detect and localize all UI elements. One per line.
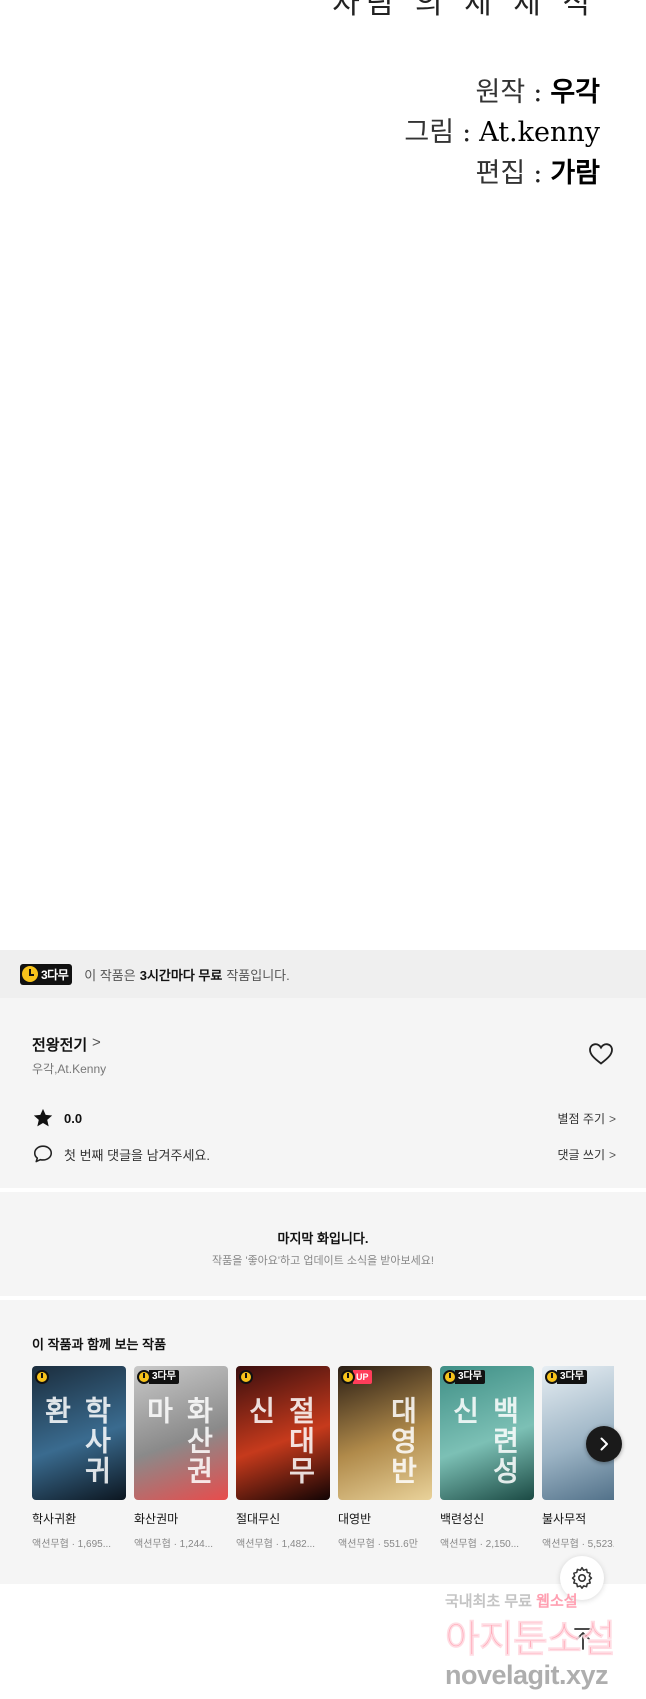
- star-icon: [33, 1108, 53, 1127]
- recommendation-title: 화산권마: [134, 1512, 179, 1526]
- recommendation-card[interactable]: 백련성신 3다무백련성신액션무협 · 2,150...: [440, 1366, 534, 1556]
- cover-lettering: 절대무신: [244, 1396, 317, 1486]
- clock-icon: [22, 966, 38, 982]
- credit-editor: 편집: 가람: [476, 151, 600, 190]
- watermark-url: novelagit.xyz: [445, 1660, 609, 1690]
- recommendation-title: 백련성신: [440, 1512, 485, 1526]
- heart-icon[interactable]: [588, 1042, 614, 1066]
- site-watermark: 국내최초 무료 웹소설 아지툰소설 novelagit.xyz: [440, 1590, 646, 1699]
- watermark-tagline: 국내최초 무료 웹소설: [445, 1590, 578, 1611]
- credit-person: 우각: [550, 77, 600, 108]
- clock-icon: [545, 1370, 559, 1384]
- clock-icon: [443, 1370, 457, 1384]
- comment-row: 첫 번째 댓글을 남겨주세요. 댓글 쓰기 >: [32, 1142, 616, 1166]
- write-comment-label: 댓글 쓰기: [557, 1147, 605, 1162]
- settings-button[interactable]: [560, 1556, 604, 1600]
- recommendation-meta: 액션무협 · 2,150...: [440, 1539, 520, 1550]
- free-badge-label: 3다무: [455, 1370, 485, 1384]
- up-badge: UP: [353, 1370, 372, 1384]
- comment-bubble-icon: [33, 1145, 53, 1163]
- credit-role: 그림: [404, 117, 455, 148]
- recommendation-meta: 액션무협 · 551.6만: [338, 1539, 418, 1550]
- last-episode-subtitle: 작품을 '좋아요'하고 업데이트 소식을 받아보세요!: [212, 1255, 434, 1267]
- recommendation-cover: 절대무신: [236, 1366, 330, 1500]
- work-title-link[interactable]: 전왕전기: [32, 1034, 87, 1055]
- recommendation-title: 불사무적: [542, 1512, 587, 1526]
- free-badge: 3다무: [545, 1369, 587, 1385]
- credit-person: At.kenny: [479, 117, 600, 148]
- arrow-up-icon: [574, 1628, 592, 1650]
- credit-separator: :: [533, 77, 543, 108]
- recommendations: 이 작품과 함께 보는 작품 학사귀환 학사귀환 액션무협 · 1,695... 화산…: [0, 1300, 646, 1584]
- comment-prompt: 첫 번째 댓글을 남겨주세요.: [64, 1147, 211, 1163]
- recommendation-meta: 액션무협 · 1,695...: [32, 1539, 112, 1550]
- recommendation-title: 대영반: [338, 1512, 372, 1526]
- recommendation-meta: 액션무협 · 5,523...: [542, 1539, 614, 1550]
- recommendation-title: 학사귀환: [32, 1512, 77, 1526]
- free-notice-bar: 3다무 이 작품은 3시간마다 무료 작품입니다.: [0, 950, 646, 998]
- notice-emphasis: 3시간마다 무료: [139, 967, 223, 983]
- credit-person: 가람: [550, 158, 600, 189]
- credit-role: 원작: [475, 77, 526, 108]
- last-episode-title: 마지막 화입니다.: [277, 1231, 369, 1246]
- gear-icon: [571, 1566, 593, 1589]
- recommendation-carousel: 학사귀환 학사귀환 액션무협 · 1,695... 화산권마 3다무 화산권마 액션무협 ·…: [32, 1366, 614, 1566]
- recommendation-meta: 액션무협 · 1,482...: [236, 1539, 316, 1550]
- recommendation-card[interactable]: 화산권마 3다무화산권마액션무협 · 1,244...: [134, 1366, 228, 1556]
- scroll-top-button[interactable]: [566, 1622, 600, 1656]
- free-badge-label: 3다무: [41, 967, 69, 982]
- clock-icon: [137, 1370, 151, 1384]
- credit-art: 그림: At.kenny: [404, 110, 600, 149]
- recommendation-title: 절대무신: [236, 1512, 281, 1526]
- chevron-right-icon: >: [608, 1147, 616, 1162]
- free-badge: 3다무: [137, 1369, 179, 1385]
- free-badge: [239, 1369, 253, 1385]
- chevron-right-icon: [600, 1437, 608, 1451]
- cover-lettering: 대영반: [386, 1396, 419, 1486]
- carousel-next-button[interactable]: [586, 1426, 622, 1462]
- free-badge: UP: [341, 1369, 372, 1385]
- recommendation-card[interactable]: 대영반 UP 대영반액션무협 · 551.6만: [338, 1366, 432, 1556]
- free-badge: 3다무: [443, 1369, 485, 1385]
- rate-button-label: 별점 주기: [557, 1111, 605, 1126]
- rate-button[interactable]: 별점 주기 >: [557, 1110, 616, 1127]
- cover-lettering: 학사귀환: [40, 1396, 113, 1486]
- recommendation-card[interactable]: 학사귀환 학사귀환 액션무협 · 1,695...: [32, 1366, 126, 1556]
- rating-value: 0.0: [64, 1110, 83, 1126]
- comic-image: 자림 의 세 세 적 원작: 우각 그림: At.kenny 편집: 가람: [0, 0, 646, 950]
- cover-lettering: 화산권마: [142, 1396, 215, 1486]
- recommendation-card[interactable]: 절대무신 절대무신 액션무협 · 1,482...: [236, 1366, 330, 1556]
- work-info: 전왕전기 > 우각,At.Kenny 0.0 별점 주기 > 첫 번째 댓글을 남…: [0, 998, 646, 1188]
- rating-row: 0.0 별점 주기 >: [32, 1106, 616, 1130]
- free-badge-label: 3다무: [149, 1370, 179, 1384]
- work-authors: 우각,At.Kenny: [32, 1062, 107, 1076]
- write-comment-button[interactable]: 댓글 쓰기 >: [557, 1146, 616, 1163]
- watermark-tagline-a: 국내최초 무료: [445, 1593, 532, 1610]
- last-episode-notice: 마지막 화입니다. 작품을 '좋아요'하고 업데이트 소식을 받아보세요!: [0, 1192, 646, 1296]
- chevron-right-icon: >: [608, 1111, 616, 1126]
- credit-separator: :: [533, 158, 543, 189]
- free-badge: 3다무: [20, 963, 73, 985]
- credit-separator: :: [462, 117, 472, 148]
- clock-icon: [35, 1370, 49, 1384]
- recommendation-cover: 학사귀환: [32, 1366, 126, 1500]
- recommendation-cover: 백련성신 3다무: [440, 1366, 534, 1500]
- clock-icon: [239, 1370, 253, 1384]
- clock-icon: [341, 1370, 355, 1384]
- notice-suffix: 작품입니다.: [226, 967, 290, 983]
- recommendation-cover: 대영반 UP: [338, 1366, 432, 1500]
- cover-lettering: 백련성신: [448, 1396, 521, 1486]
- comic-cut-title: 자림 의 세 세 적: [332, 0, 596, 21]
- recommendation-meta: 액션무협 · 1,244...: [134, 1539, 214, 1550]
- credit-original: 원작: 우각: [476, 70, 600, 109]
- recommendations-heading: 이 작품과 함께 보는 작품: [32, 1337, 167, 1352]
- free-badge-label: 3다무: [557, 1370, 587, 1384]
- notice-prefix: 이 작품은: [84, 967, 136, 983]
- credit-role: 편집: [475, 158, 526, 189]
- recommendation-cover: 화산권마 3다무: [134, 1366, 228, 1500]
- chevron-right-icon[interactable]: >: [92, 1034, 101, 1051]
- free-badge: [35, 1369, 49, 1385]
